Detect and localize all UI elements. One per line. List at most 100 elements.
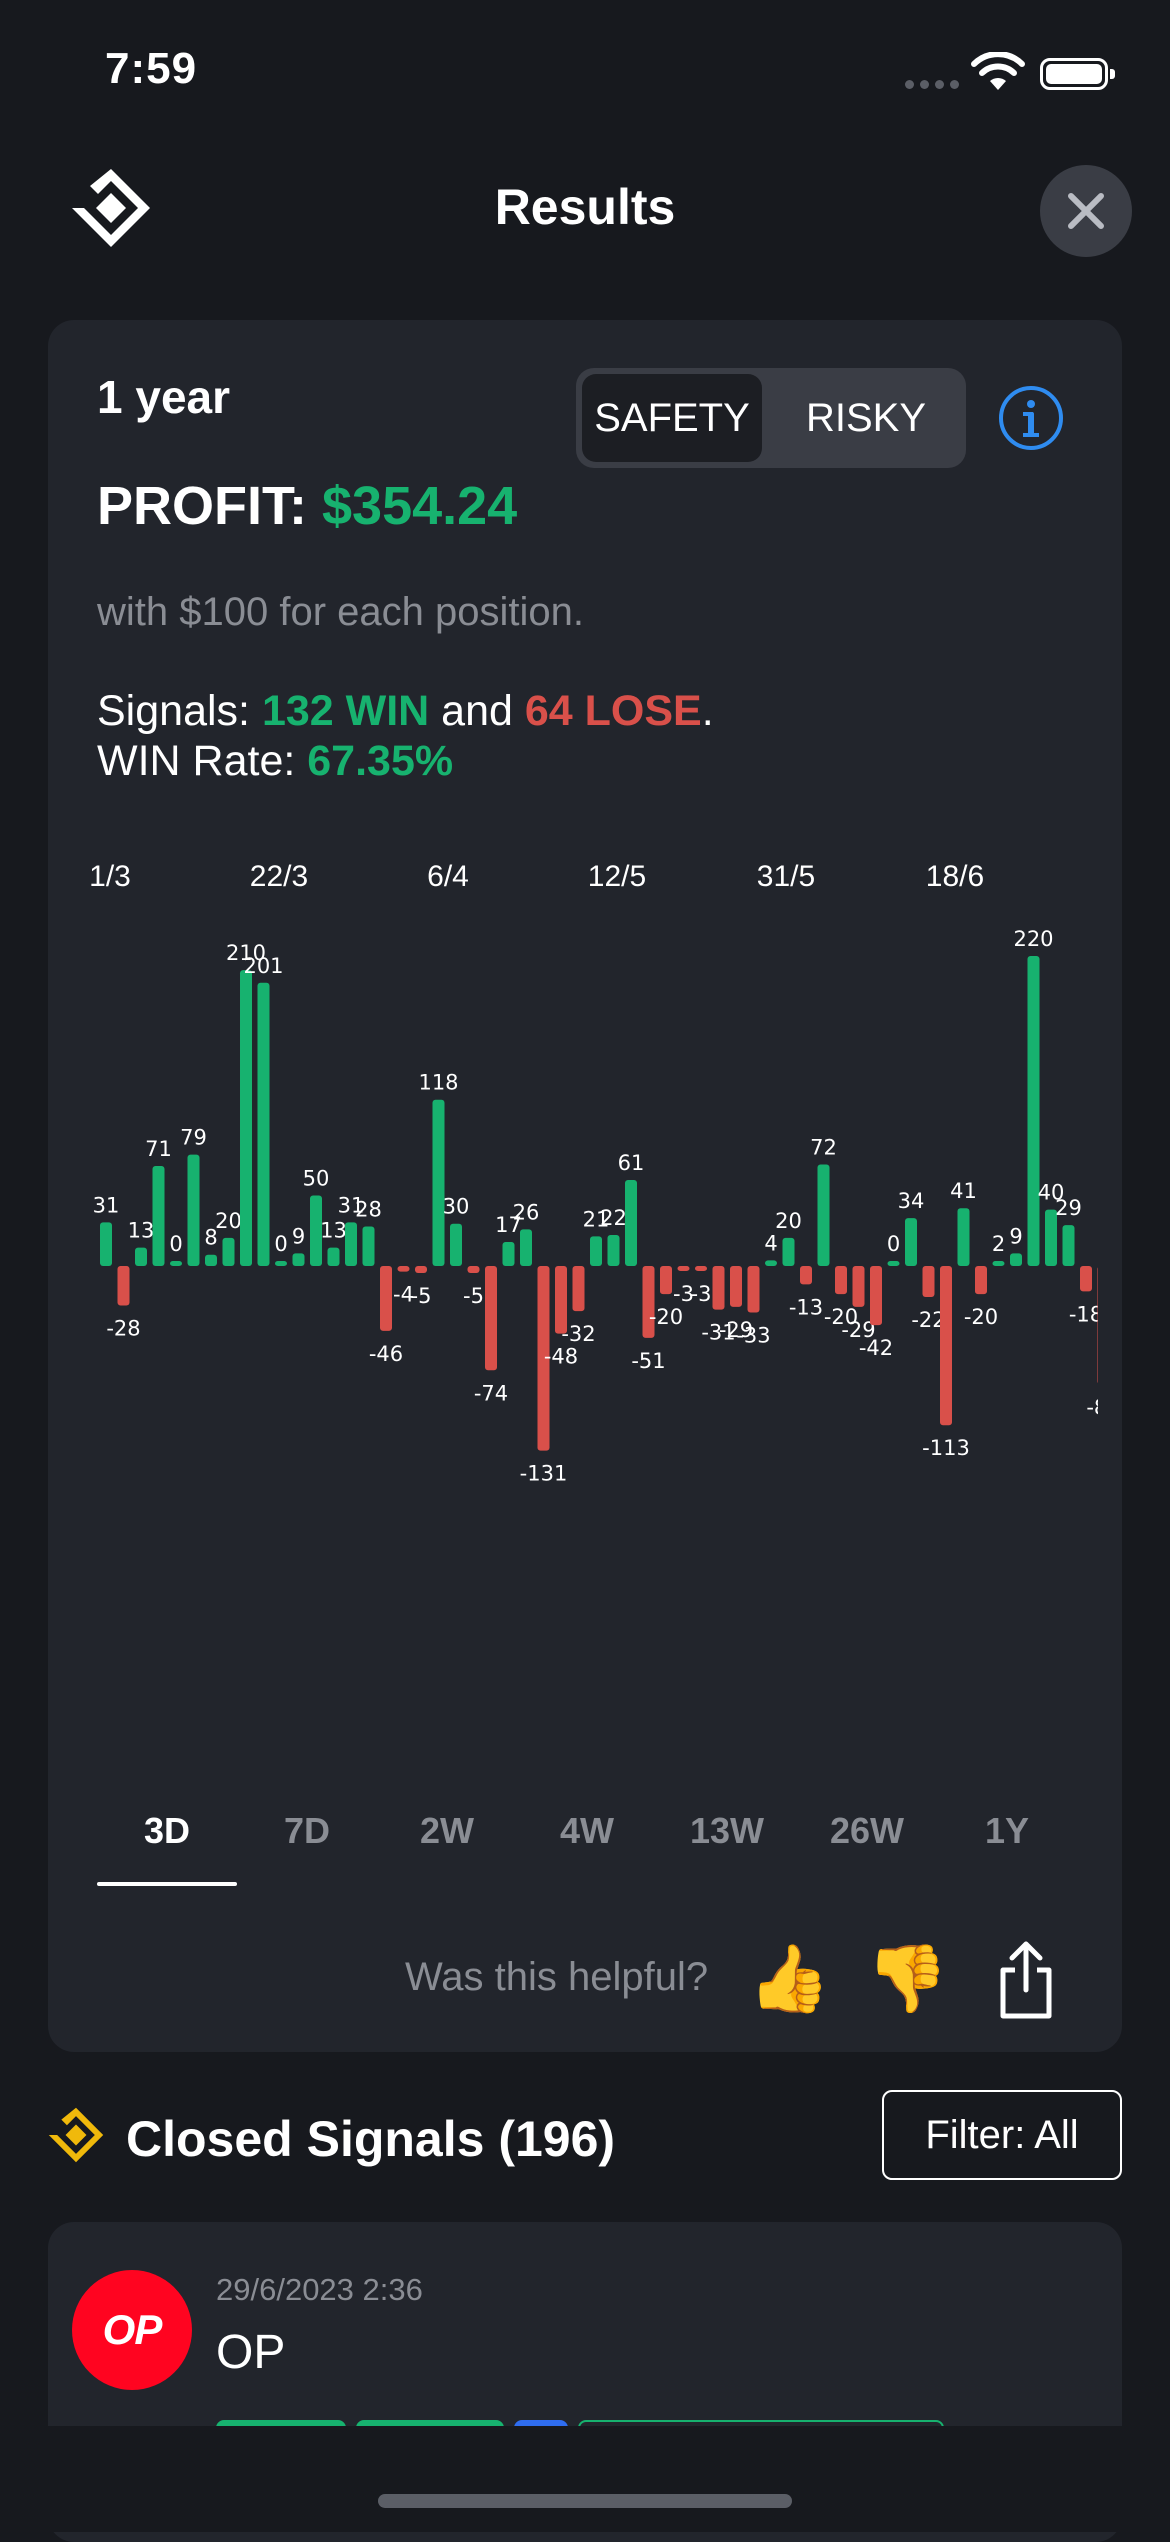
signal-coin: OP [216,2326,286,2379]
data-label: 41 [950,1179,977,1203]
win-rate-line: WIN Rate: 67.35% [97,736,714,786]
status-time: 7:59 [105,44,198,93]
data-label: 220 [1013,927,1053,951]
chart-bar [327,1247,340,1266]
home-indicator[interactable] [378,2494,792,2508]
close-button[interactable] [1040,165,1132,257]
win-rate-value: 67.35% [307,737,454,785]
thumbs-up-icon[interactable]: 👍 [748,1940,830,2018]
close-icon [1068,193,1104,229]
data-label: -20 [964,1305,998,1329]
signal-date: 29/6/2023 2:36 [216,2272,423,2307]
data-label: 79 [180,1126,207,1150]
data-label: 31 [93,1193,120,1217]
tab-2w[interactable]: 2W [377,1810,517,1890]
data-label: 0 [169,1232,182,1256]
chart-bar [572,1266,585,1312]
chart-bar [905,1218,917,1266]
chart-bar [817,1164,830,1266]
data-label: 20 [215,1209,242,1233]
profit-label: PROFIT: [97,476,307,536]
chart-bar [100,1222,112,1266]
tab-13w[interactable]: 13W [657,1810,797,1890]
chart-bar [887,1261,900,1266]
data-label: 118 [418,1071,458,1095]
data-label: 71 [145,1137,172,1161]
chart-bar [362,1226,375,1266]
data-label: -18 [1069,1302,1098,1326]
chart-bar [730,1266,742,1307]
data-label: 26 [513,1200,540,1224]
tab-3d[interactable]: 3D [97,1810,237,1890]
chart-bar [135,1247,147,1266]
data-label: 61 [618,1151,645,1175]
data-label: 201 [243,954,283,978]
cellular-signal-icon [905,80,961,90]
info-icon[interactable] [998,385,1064,451]
chart-bar [922,1266,935,1297]
tab-7d[interactable]: 7D [237,1810,377,1890]
x-tick-label: 12/5 [588,860,646,893]
chart-bar [240,970,252,1266]
data-label: -42 [859,1336,893,1360]
chart-bar [765,1260,777,1266]
data-label: 0 [274,1232,287,1256]
chart-bar [747,1266,760,1313]
period-label: 1 year [97,371,231,423]
feedback-question: Was this helpful? [405,1955,709,1999]
share-icon[interactable] [995,1940,1057,2020]
data-label: -84 [1086,1395,1098,1419]
mode-safety-button[interactable]: SAFETY [582,374,762,462]
coin-avatar: OP [72,2270,192,2390]
and-text: and [441,687,513,735]
data-label: -3 [691,1282,712,1306]
data-label: 0 [887,1232,900,1256]
data-label: -33 [736,1324,770,1348]
profit-bar-chart: 1/3 22/3 6/4 12/5 31/5 18/631-281371079820210… [89,860,1098,1486]
chart-bar [677,1266,690,1271]
chart-bar [835,1266,847,1295]
chart-bar [432,1099,445,1266]
period-mark: . [701,687,714,735]
chart-bar [957,1208,970,1266]
tab-26w[interactable]: 26W [797,1810,937,1890]
losses-count: 64 LOSE [524,687,702,735]
tab-4w[interactable]: 4W [517,1810,657,1890]
data-label: 13 [320,1219,347,1243]
profit-value: $354.24 [322,476,518,536]
chart-bar [660,1266,672,1295]
chart-bar [450,1223,462,1266]
battery-icon [1040,58,1115,90]
filter-button[interactable]: Filter: All [882,2090,1122,2180]
chart-bar [222,1237,235,1266]
closed-signals-title: Closed Signals (196) [126,2111,616,2167]
chart-bar [940,1266,952,1426]
chart-bar [292,1253,305,1266]
data-label: 29 [1055,1196,1082,1220]
data-label: -5 [463,1284,484,1308]
chart-bar [187,1154,200,1266]
wifi-icon [971,52,1025,90]
data-label: -48 [544,1345,578,1369]
thumbs-down-icon[interactable]: 👎 [866,1940,948,2018]
chart-bar [467,1266,480,1274]
chart-bar [852,1266,865,1307]
data-label: 4 [764,1231,777,1255]
x-tick-label: 1/3 [89,860,131,893]
data-label: -28 [106,1316,140,1340]
mode-risky-button[interactable]: RISKY [768,374,964,462]
chart-bar [870,1266,882,1326]
chart-bar [1097,1267,1098,1384]
x-tick-label: 22/3 [250,860,308,893]
signals-prefix: Signals: [97,687,250,735]
data-label: -20 [649,1305,683,1329]
chart-bar [415,1266,427,1274]
data-label: -13 [789,1295,823,1319]
signals-line: Signals: 132 WIN and 64 LOSE. [97,686,714,736]
chart-bar [607,1235,620,1266]
chart-bar [712,1266,725,1310]
x-tick-label: 6/4 [427,860,469,893]
tab-1y[interactable]: 1Y [937,1810,1077,1890]
chart-bar [345,1222,357,1266]
data-label: -5 [411,1284,432,1308]
